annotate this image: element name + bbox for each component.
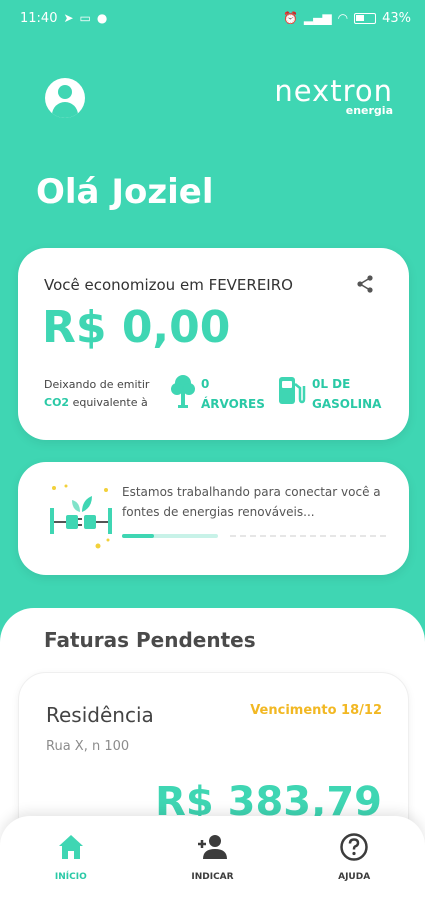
info-progress-fill bbox=[122, 534, 154, 538]
gas-count: 0L DE bbox=[312, 377, 351, 391]
battery-level: 43% bbox=[382, 10, 411, 26]
info-progress-bar bbox=[122, 534, 218, 538]
nav-label-indicar: INDICAR bbox=[191, 872, 234, 882]
nav-item-indicar[interactable]: INDICAR bbox=[152, 832, 272, 882]
trees-stat: 0 ÁRVORES bbox=[201, 374, 265, 414]
savings-value: R$ 0,00 bbox=[42, 302, 231, 353]
add-person-icon bbox=[198, 835, 228, 859]
savings-card: Você economizou em FEVEREIRO R$ 0,00 Dei… bbox=[18, 248, 409, 440]
tree-icon bbox=[171, 375, 195, 408]
home-icon bbox=[58, 835, 83, 859]
invoice-address: Rua X, n 100 bbox=[46, 739, 130, 754]
renewable-info-text: Estamos trabalhando para conectar você a… bbox=[122, 485, 381, 519]
emission-line-2: CO2 equivalente à bbox=[44, 394, 149, 412]
renewable-plug-illustration bbox=[50, 484, 112, 549]
emission-text: Deixando de emitir CO2 equivalente à bbox=[44, 376, 149, 412]
pending-invoices-title: Faturas Pendentes bbox=[44, 628, 256, 652]
gas-label: GASOLINA bbox=[312, 397, 382, 411]
savings-title: Você economizou em FEVEREIRO bbox=[44, 276, 293, 294]
greeting-title: Olá Joziel bbox=[36, 172, 214, 212]
logo-main-text: nextron bbox=[274, 74, 393, 108]
emission-line-2-text: equivalente à bbox=[69, 396, 148, 409]
laptop-icon: ▭ bbox=[79, 11, 91, 25]
status-bar: 11:40 ➤ ▭ ● ⏰ ▂▄▆ ◠ 43% bbox=[0, 0, 425, 36]
invoice-due-date: Vencimento 18/12 bbox=[250, 703, 382, 718]
gasoline-stat: 0L DE GASOLINA bbox=[312, 374, 381, 414]
nav-label-ajuda: AJUDA bbox=[338, 872, 371, 882]
alarm-icon: ⏰ bbox=[282, 11, 298, 25]
nav-item-inicio[interactable]: INÍCIO bbox=[11, 832, 131, 882]
invoice-name: Residência bbox=[46, 703, 154, 727]
trees-label: ÁRVORES bbox=[201, 397, 265, 411]
progress-dashes bbox=[230, 535, 390, 537]
wifi-icon: ◠ bbox=[337, 11, 349, 25]
renewable-info-card[interactable]: Estamos trabalhando para conectar você a… bbox=[18, 462, 409, 575]
signal-icon: ▂▄▆ bbox=[303, 11, 332, 25]
co2-label: CO2 bbox=[44, 396, 70, 409]
profile-avatar-icon[interactable] bbox=[45, 78, 85, 118]
gas-pump-icon bbox=[279, 377, 306, 404]
location-icon: ● bbox=[96, 11, 108, 25]
battery-icon bbox=[354, 12, 377, 24]
nav-item-ajuda[interactable]: AJUDA bbox=[294, 832, 414, 882]
navigation-icon: ➤ bbox=[63, 11, 74, 25]
status-time: 11:40 bbox=[20, 10, 58, 26]
trees-count: 0 bbox=[201, 377, 210, 391]
nextron-logo: nextron energia bbox=[274, 76, 393, 117]
bottom-navigation: INÍCIO INDICAR AJUDA bbox=[0, 816, 425, 900]
help-icon bbox=[340, 833, 368, 861]
emission-line-1: Deixando de emitir bbox=[44, 378, 150, 391]
share-icon[interactable] bbox=[355, 274, 375, 294]
nav-label-inicio: INÍCIO bbox=[54, 872, 87, 882]
